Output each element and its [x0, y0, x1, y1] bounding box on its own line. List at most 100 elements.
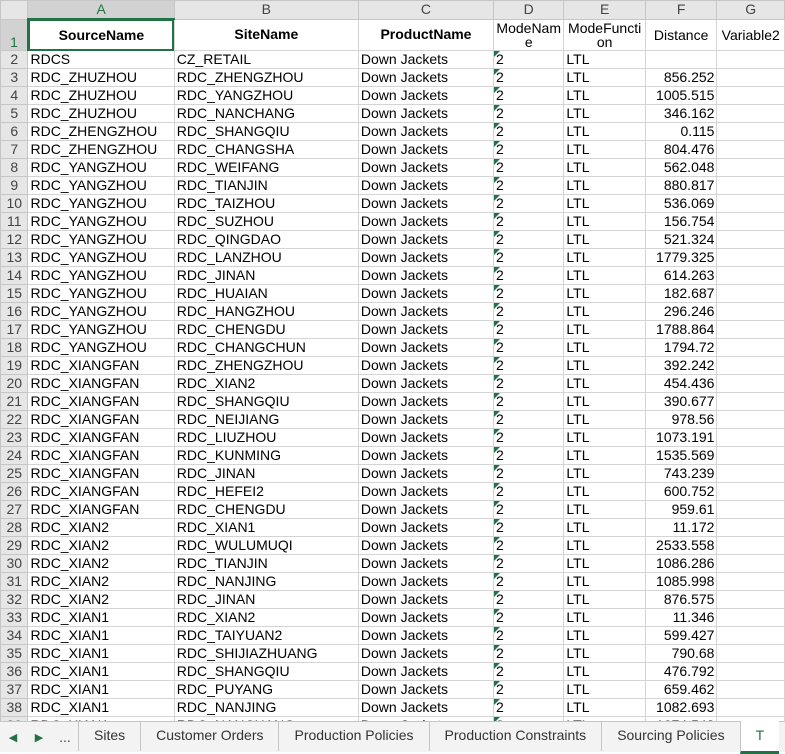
cell-modefunction[interactable]: LTL	[563, 680, 646, 699]
cell-sitename[interactable]: RDC_SHANGQIU	[173, 662, 359, 681]
cell-productname[interactable]: Down Jackets	[357, 266, 495, 285]
cell-sourcename[interactable]: RDC_ZHUZHOU	[27, 86, 175, 105]
cell-productname[interactable]: Down Jackets	[357, 338, 495, 357]
cell-variable2[interactable]	[716, 374, 785, 393]
cell-distance[interactable]: 346.162	[644, 104, 718, 123]
cell-variable2[interactable]	[716, 482, 785, 501]
cell-productname[interactable]: Down Jackets	[357, 158, 495, 177]
cell-distance[interactable]: 876.575	[644, 590, 718, 609]
column-header-b[interactable]: B	[173, 0, 359, 20]
cell-variable2[interactable]	[716, 680, 785, 699]
cell-variable2[interactable]	[716, 626, 785, 645]
cell-sourcename[interactable]: RDC_XIAN1	[27, 626, 175, 645]
cell-sourcename[interactable]: RDC_ZHENGZHOU	[27, 140, 175, 159]
cell-sourcename[interactable]: RDC_XIAN1	[27, 662, 175, 681]
cell-modefunction[interactable]: LTL	[563, 446, 646, 465]
cell-productname[interactable]: Down Jackets	[357, 302, 495, 321]
cell-variable2[interactable]	[716, 698, 785, 717]
row-number[interactable]: 24	[0, 446, 29, 465]
row-number[interactable]: 36	[0, 662, 29, 681]
cell-distance[interactable]: 536.069	[644, 194, 718, 213]
row-number[interactable]: 12	[0, 230, 29, 249]
cell-sourcename[interactable]: RDC_YANGZHOU	[27, 176, 175, 195]
cell-sourcename[interactable]: RDC_YANGZHOU	[27, 230, 175, 249]
cell-productname[interactable]: Down Jackets	[357, 410, 495, 429]
cell-distance[interactable]: 880.817	[644, 176, 718, 195]
cell-sourcename[interactable]: RDC_YANGZHOU	[27, 194, 175, 213]
cell-variable2[interactable]	[716, 590, 785, 609]
cell-productname[interactable]: Down Jackets	[357, 536, 495, 555]
cell-sitename[interactable]: RDC_WULUMUQI	[173, 536, 359, 555]
cell-variable2[interactable]	[716, 446, 785, 465]
cell-sourcename[interactable]: RDC_XIAN2	[27, 572, 175, 591]
cell-variable2[interactable]	[716, 320, 785, 339]
row-number[interactable]: 9	[0, 176, 29, 195]
cell-distance[interactable]: 2533.558	[644, 536, 718, 555]
cell-modename[interactable]: 2	[493, 392, 565, 411]
header-cell-modename[interactable]: ModeName	[493, 18, 565, 51]
scroll-tabs-right-icon[interactable]: ▶	[26, 731, 52, 744]
cell-sourcename[interactable]: RDC_XIANGFAN	[27, 482, 175, 501]
cell-modefunction[interactable]: LTL	[563, 608, 646, 627]
cell-modefunction[interactable]: LTL	[563, 284, 646, 303]
cell-distance[interactable]: 182.687	[644, 284, 718, 303]
cell-productname[interactable]: Down Jackets	[357, 50, 495, 69]
cell-variable2[interactable]	[716, 140, 785, 159]
cell-sourcename[interactable]: RDC_XIAN2	[27, 590, 175, 609]
row-number[interactable]: 26	[0, 482, 29, 501]
cell-distance[interactable]: 1779.325	[644, 248, 718, 267]
cell-modefunction[interactable]: LTL	[563, 554, 646, 573]
cell-productname[interactable]: Down Jackets	[357, 500, 495, 519]
cell-productname[interactable]: Down Jackets	[357, 644, 495, 663]
cell-sourcename[interactable]: RDC_ZHENGZHOU	[27, 122, 175, 141]
cell-modefunction[interactable]: LTL	[563, 572, 646, 591]
cell-variable2[interactable]	[716, 86, 785, 105]
cell-distance[interactable]: 743.239	[644, 464, 718, 483]
cell-sourcename[interactable]: RDCS	[27, 50, 175, 69]
cell-modename[interactable]: 2	[493, 518, 565, 537]
cell-variable2[interactable]	[716, 158, 785, 177]
cell-sourcename[interactable]: RDC_XIAN1	[27, 680, 175, 699]
cell-sitename[interactable]: RDC_NEIJIANG	[173, 410, 359, 429]
column-header-g[interactable]: G	[716, 0, 785, 20]
cell-productname[interactable]: Down Jackets	[357, 356, 495, 375]
row-number[interactable]: 32	[0, 590, 29, 609]
cell-productname[interactable]: Down Jackets	[357, 662, 495, 681]
cell-sitename[interactable]: RDC_SHANGQIU	[173, 122, 359, 141]
cell-distance[interactable]: 476.792	[644, 662, 718, 681]
cell-sitename[interactable]: RDC_JINAN	[173, 266, 359, 285]
cell-variable2[interactable]	[716, 572, 785, 591]
cell-variable2[interactable]	[716, 464, 785, 483]
cell-modefunction[interactable]: LTL	[563, 410, 646, 429]
cell-sitename[interactable]: RDC_XIAN2	[173, 608, 359, 627]
row-number[interactable]: 16	[0, 302, 29, 321]
cell-variable2[interactable]	[716, 284, 785, 303]
cell-variable2[interactable]	[716, 212, 785, 231]
cell-modename[interactable]: 2	[493, 122, 565, 141]
cell-sitename[interactable]: CZ_RETAIL	[173, 50, 359, 69]
cell-sourcename[interactable]: RDC_YANGZHOU	[27, 266, 175, 285]
row-number[interactable]: 11	[0, 212, 29, 231]
cell-distance[interactable]: 0.115	[644, 122, 718, 141]
cell-sourcename[interactable]: RDC_XIANGFAN	[27, 500, 175, 519]
cell-sitename[interactable]: RDC_SUZHOU	[173, 212, 359, 231]
cell-sitename[interactable]: RDC_NANCHANG	[173, 104, 359, 123]
row-number[interactable]: 31	[0, 572, 29, 591]
header-cell-productname[interactable]: ProductName	[357, 18, 495, 51]
sheet-tab[interactable]: Production Policies	[278, 720, 428, 751]
cell-sitename[interactable]: RDC_ZHENGZHOU	[173, 356, 359, 375]
cell-productname[interactable]: Down Jackets	[357, 122, 495, 141]
row-number[interactable]: 25	[0, 464, 29, 483]
cell-modename[interactable]: 2	[493, 590, 565, 609]
cell-distance[interactable]: 392.242	[644, 356, 718, 375]
cell-sourcename[interactable]: RDC_YANGZHOU	[27, 212, 175, 231]
cell-modefunction[interactable]: LTL	[563, 248, 646, 267]
cell-sitename[interactable]: RDC_JINAN	[173, 590, 359, 609]
cell-modefunction[interactable]: LTL	[563, 464, 646, 483]
cell-variable2[interactable]	[716, 230, 785, 249]
cell-productname[interactable]: Down Jackets	[357, 212, 495, 231]
row-number[interactable]: 28	[0, 518, 29, 537]
cell-distance[interactable]: 790.68	[644, 644, 718, 663]
cell-distance[interactable]: 454.436	[644, 374, 718, 393]
cell-variable2[interactable]	[716, 392, 785, 411]
